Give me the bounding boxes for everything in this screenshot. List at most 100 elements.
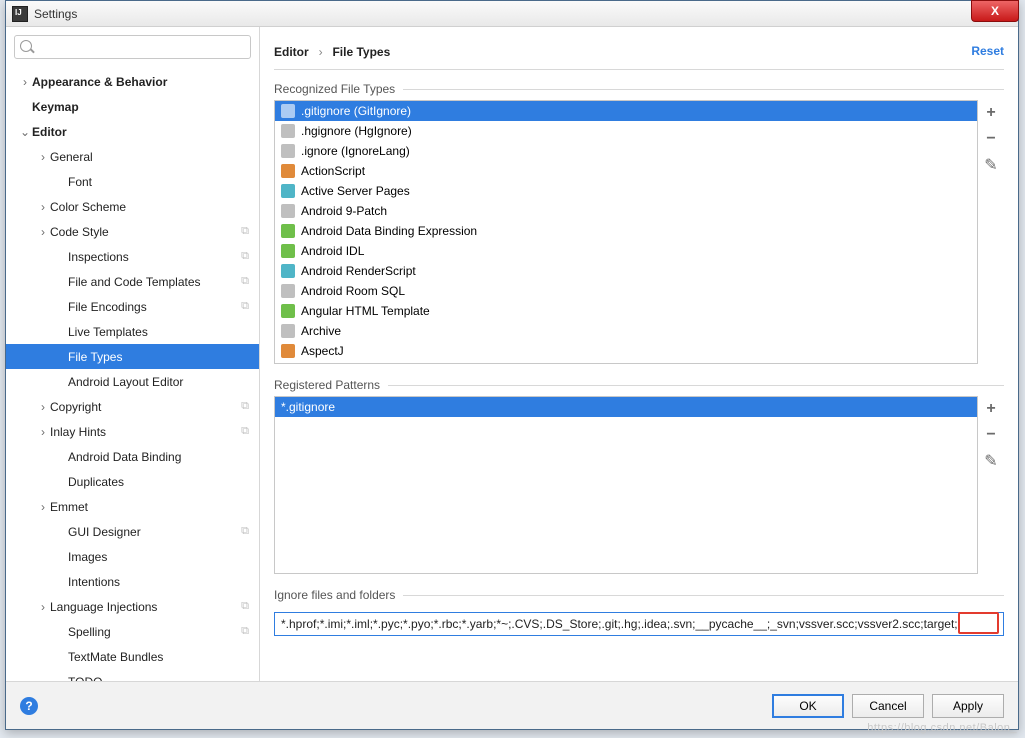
file-type-label: Android RenderScript [301, 264, 416, 278]
file-type-label: Archive [301, 324, 341, 338]
file-type-item[interactable]: Android Data Binding Expression [275, 221, 977, 241]
file-type-label: Android IDL [301, 244, 364, 258]
file-type-icon [281, 144, 295, 158]
file-type-label: ActionScript [301, 164, 365, 178]
file-type-icon [281, 244, 295, 258]
chevron-icon: › [38, 225, 48, 239]
file-types-list[interactable]: .gitignore (GitIgnore) .hgignore (HgIgnor… [274, 100, 978, 364]
tree-node[interactable]: Keymap [6, 94, 259, 119]
file-type-item[interactable]: Android RenderScript [275, 261, 977, 281]
tree-node[interactable]: Font [6, 169, 259, 194]
breadcrumb-row: Editor › File Types Reset [274, 37, 1004, 65]
file-type-label: Active Server Pages [301, 184, 410, 198]
chevron-icon: › [38, 425, 48, 439]
remove-file-type-button[interactable] [980, 128, 1002, 150]
add-pattern-button[interactable] [980, 398, 1002, 420]
edit-file-type-button[interactable] [980, 154, 1002, 176]
settings-tree[interactable]: ›Appearance & BehaviorKeymap⌄Editor›Gene… [6, 67, 259, 681]
file-type-item[interactable]: AspectJ [275, 341, 977, 361]
tree-label: TextMate Bundles [68, 650, 163, 664]
tree-node[interactable]: TextMate Bundles [6, 644, 259, 669]
tree-node[interactable]: File Encodings⧉ [6, 294, 259, 319]
file-type-item[interactable]: Angular HTML Template [275, 301, 977, 321]
tree-node[interactable]: File Types [6, 344, 259, 369]
tree-node[interactable]: ›Inlay Hints⧉ [6, 419, 259, 444]
scope-icon: ⧉ [241, 275, 249, 288]
tree-node[interactable]: ⌄Editor [6, 119, 259, 144]
file-type-label: AspectJ [301, 344, 344, 358]
tree-node[interactable]: Images [6, 544, 259, 569]
file-type-label: .hgignore (HgIgnore) [301, 124, 412, 138]
file-type-icon [281, 304, 295, 318]
cancel-button[interactable]: Cancel [852, 694, 924, 718]
tree-node[interactable]: ›Color Scheme [6, 194, 259, 219]
tree-node[interactable]: Inspections ⧉ [6, 244, 259, 269]
tree-node[interactable]: Duplicates [6, 469, 259, 494]
remove-pattern-button[interactable] [980, 424, 1002, 446]
tree-node[interactable]: Android Data Binding [6, 444, 259, 469]
search-icon [20, 40, 32, 52]
tree-node[interactable]: ›General [6, 144, 259, 169]
close-button[interactable]: X [971, 0, 1019, 22]
tree-label: Language Injections [50, 600, 157, 614]
file-type-icon [281, 124, 295, 138]
scope-icon: ⧉ [241, 300, 249, 313]
tree-node[interactable]: Spelling⧉ [6, 619, 259, 644]
file-type-item[interactable]: .ignore (IgnoreLang) [275, 141, 977, 161]
tree-node[interactable]: File and Code Templates⧉ [6, 269, 259, 294]
tree-node[interactable]: ›Code Style⧉ [6, 219, 259, 244]
file-type-item[interactable]: Android Room SQL [275, 281, 977, 301]
tree-label: Images [68, 550, 107, 564]
ignore-files-input[interactable] [274, 612, 1004, 636]
tree-label: Android Data Binding [68, 450, 181, 464]
tree-node[interactable]: ›Appearance & Behavior [6, 69, 259, 94]
tree-label: Spelling [68, 625, 111, 639]
tree-label: Intentions [68, 575, 120, 589]
chevron-icon: › [38, 500, 48, 514]
tree-label: Copyright [50, 400, 101, 414]
tree-node[interactable]: ›Copyright⧉ [6, 394, 259, 419]
edit-pattern-button[interactable] [980, 450, 1002, 472]
file-type-label: Android 9-Patch [301, 204, 387, 218]
button-bar: OK Cancel Apply [772, 694, 1004, 718]
file-type-icon [281, 224, 295, 238]
help-button[interactable]: ? [20, 697, 38, 715]
file-type-icon [281, 324, 295, 338]
dialog-body: ›Appearance & BehaviorKeymap⌄Editor›Gene… [6, 27, 1018, 681]
tree-label: GUI Designer [68, 525, 141, 539]
tree-node[interactable]: ›Emmet [6, 494, 259, 519]
tree-label: Inspections [68, 250, 129, 264]
tree-node[interactable]: Android Layout Editor [6, 369, 259, 394]
ignore-label: Ignore files and folders [274, 588, 1004, 602]
chevron-icon: › [38, 150, 48, 164]
tree-node[interactable]: GUI Designer⧉ [6, 519, 259, 544]
window-title: Settings [34, 7, 77, 21]
reset-link[interactable]: Reset [971, 44, 1004, 58]
tree-label: Duplicates [68, 475, 124, 489]
tree-node[interactable]: Intentions [6, 569, 259, 594]
tree-label: Appearance & Behavior [32, 75, 167, 89]
scope-icon: ⧉ [241, 400, 249, 413]
pattern-item[interactable]: *.gitignore [275, 397, 977, 417]
apply-button[interactable]: Apply [932, 694, 1004, 718]
file-type-item[interactable]: Archive [275, 321, 977, 341]
main-panel: Editor › File Types Reset Recognized Fil… [260, 27, 1018, 681]
add-file-type-button[interactable] [980, 102, 1002, 124]
scope-icon: ⧉ [241, 250, 249, 263]
registered-patterns-label: Registered Patterns [274, 378, 1004, 392]
tree-node[interactable]: Live Templates [6, 319, 259, 344]
file-type-item[interactable]: .gitignore (GitIgnore) [275, 101, 977, 121]
divider [274, 69, 1004, 70]
patterns-list[interactable]: *.gitignore [274, 396, 978, 574]
file-type-item[interactable]: .hgignore (HgIgnore) [275, 121, 977, 141]
file-type-item[interactable]: Android IDL [275, 241, 977, 261]
file-type-label: .ignore (IgnoreLang) [301, 144, 410, 158]
search-input[interactable] [14, 35, 251, 59]
file-type-icon [281, 204, 295, 218]
file-type-item[interactable]: Android 9-Patch [275, 201, 977, 221]
file-type-item[interactable]: ActionScript [275, 161, 977, 181]
tree-node[interactable]: ›Language Injections⧉ [6, 594, 259, 619]
ok-button[interactable]: OK [772, 694, 844, 718]
tree-node[interactable]: TODO [6, 669, 259, 681]
file-type-item[interactable]: Active Server Pages [275, 181, 977, 201]
